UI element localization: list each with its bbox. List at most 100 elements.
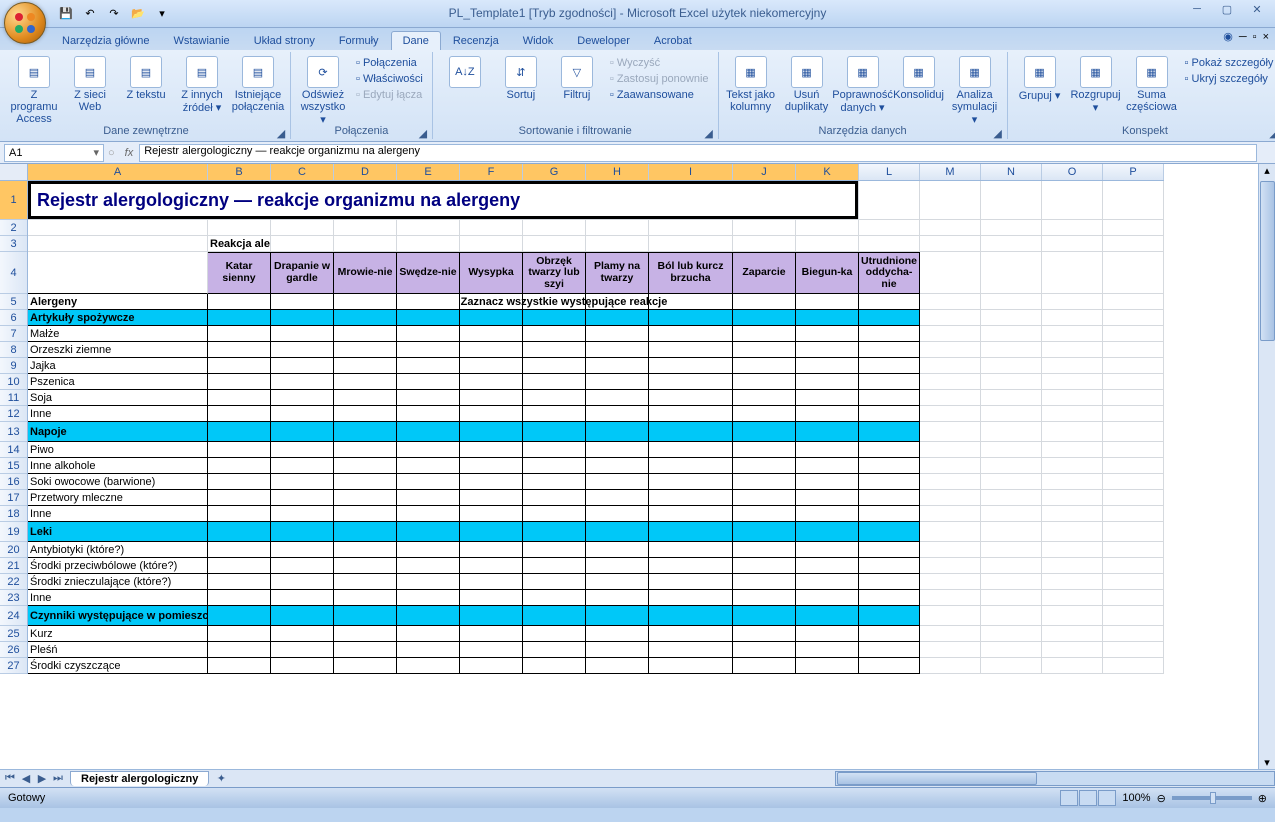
sheet-tab[interactable]: Rejestr alergologiczny xyxy=(70,771,209,786)
col-header[interactable]: G xyxy=(523,164,586,180)
zoom-in-icon[interactable]: ⊕ xyxy=(1258,792,1267,805)
save-icon[interactable]: 💾 xyxy=(56,4,76,24)
row-header[interactable]: 19 xyxy=(0,522,27,542)
row-header[interactable]: 7 xyxy=(0,326,27,342)
ribbon-tab-wstawianie[interactable]: Wstawianie xyxy=(161,31,241,50)
col-header[interactable]: N xyxy=(981,164,1042,180)
name-box[interactable]: A1▾ xyxy=(4,144,104,162)
ribbon-item[interactable]: ▫ Pokaż szczegóły xyxy=(1182,56,1275,70)
row-header[interactable]: 2 xyxy=(0,220,27,236)
ribbon-btn-konsoliduj[interactable]: ▦Konsoliduj xyxy=(893,54,945,101)
row-header[interactable]: 26 xyxy=(0,642,27,658)
minimize-button[interactable]: ─ xyxy=(1183,0,1211,18)
prev-sheet-icon[interactable]: ◀ xyxy=(18,771,34,787)
ribbon-btn-tekst-jako-kolumny[interactable]: ▦Tekst jako kolumny xyxy=(725,54,777,113)
vertical-scrollbar[interactable]: ▴ ▾ xyxy=(1258,164,1275,769)
zoom-out-icon[interactable]: ⊖ xyxy=(1157,792,1166,805)
cell-grid[interactable]: Rejestr alergologiczny — reakcje organiz… xyxy=(28,181,1164,674)
row-header[interactable]: 27 xyxy=(0,658,27,674)
col-header[interactable]: B xyxy=(208,164,271,180)
col-header[interactable]: K xyxy=(796,164,859,180)
ribbon-btn-grupuj-[interactable]: ▦Grupuj ▾ xyxy=(1014,54,1066,102)
row-header[interactable]: 23 xyxy=(0,590,27,606)
row-header[interactable]: 15 xyxy=(0,458,27,474)
undo-icon[interactable]: ↶ xyxy=(80,4,100,24)
col-header[interactable]: O xyxy=(1042,164,1103,180)
ribbon-item[interactable]: ▫ Edytuj łącza xyxy=(353,88,426,102)
title-cell[interactable]: Rejestr alergologiczny — reakcje organiz… xyxy=(28,181,858,219)
row-header[interactable]: 12 xyxy=(0,406,27,422)
column-headers[interactable]: ABCDEFGHIJKLMNOP xyxy=(28,164,1164,181)
row-header[interactable]: 16 xyxy=(0,474,27,490)
ribbon-item[interactable]: ▫ Połączenia xyxy=(353,56,426,70)
col-header[interactable]: L xyxy=(859,164,920,180)
office-button[interactable] xyxy=(4,2,46,44)
row-header[interactable]: 20 xyxy=(0,542,27,558)
ribbon-btn-suma-cz-ciowa[interactable]: ▦Suma częściowa xyxy=(1126,54,1178,113)
ribbon-item[interactable]: ▫ Zastosuj ponownie xyxy=(607,72,712,86)
ribbon-item[interactable]: ▫ Wyczyść xyxy=(607,56,712,70)
maximize-button[interactable]: ▢ xyxy=(1213,0,1241,18)
first-sheet-icon[interactable]: ⏮ xyxy=(2,771,18,787)
ribbon-btn-z-tekstu[interactable]: ▤Z tekstu xyxy=(120,54,172,101)
col-header[interactable]: J xyxy=(733,164,796,180)
row-header[interactable]: 13 xyxy=(0,422,27,442)
restore-workbook-icon[interactable]: ▫ xyxy=(1253,31,1257,43)
row-header[interactable]: 24 xyxy=(0,606,27,626)
col-header[interactable]: A xyxy=(28,164,208,180)
zoom-slider[interactable] xyxy=(1172,796,1252,800)
row-header[interactable]: 3 xyxy=(0,236,27,252)
ribbon-btn-filtruj[interactable]: ▽Filtruj xyxy=(551,54,603,101)
row-header[interactable]: 22 xyxy=(0,574,27,590)
ribbon-btn-usu-duplikaty[interactable]: ▦Usuń duplikaty xyxy=(781,54,833,113)
row-header[interactable]: 6 xyxy=(0,310,27,326)
redo-icon[interactable]: ↷ xyxy=(104,4,124,24)
row-header[interactable]: 9 xyxy=(0,358,27,374)
worksheet[interactable]: ABCDEFGHIJKLMNOP 12345678910111213141516… xyxy=(0,164,1275,787)
col-header[interactable]: E xyxy=(397,164,460,180)
col-header[interactable]: F xyxy=(460,164,523,180)
horizontal-scrollbar[interactable] xyxy=(835,771,1275,786)
row-headers[interactable]: 1234567891011121314151617181920212223242… xyxy=(0,181,28,674)
ribbon-btn-sortuj[interactable]: ⇵Sortuj xyxy=(495,54,547,101)
formula-input[interactable]: Rejestr alergologiczny — reakcje organiz… xyxy=(139,144,1257,162)
col-header[interactable]: H xyxy=(586,164,649,180)
ribbon-tab-układ-strony[interactable]: Układ strony xyxy=(242,31,327,50)
ribbon-tab-narzędzia-główne[interactable]: Narzędzia główne xyxy=(50,31,161,50)
ribbon-btn-z-innych-r-de-[interactable]: ▤Z innych źródeł ▾ xyxy=(176,54,228,114)
ribbon-item[interactable]: ▫ Zaawansowane xyxy=(607,88,712,102)
minimize-ribbon-icon[interactable]: ─ xyxy=(1239,31,1247,43)
ribbon-btn-poprawno-danych-[interactable]: ▦Poprawność danych ▾ xyxy=(837,54,889,114)
view-buttons[interactable] xyxy=(1060,790,1116,806)
row-header[interactable]: 8 xyxy=(0,342,27,358)
col-header[interactable]: M xyxy=(920,164,981,180)
close-workbook-icon[interactable]: × xyxy=(1263,31,1269,43)
col-header[interactable]: P xyxy=(1103,164,1164,180)
ribbon-tab-recenzja[interactable]: Recenzja xyxy=(441,31,511,50)
row-header[interactable]: 25 xyxy=(0,626,27,642)
scroll-thumb[interactable] xyxy=(1260,181,1275,341)
row-header[interactable]: 18 xyxy=(0,506,27,522)
row-header[interactable]: 1 xyxy=(0,181,27,220)
ribbon-tab-widok[interactable]: Widok xyxy=(511,31,566,50)
ribbon-btn-od-wie-wszystko-[interactable]: ⟳Odśwież wszystko ▾ xyxy=(297,54,349,126)
ribbon-tab-dane[interactable]: Dane xyxy=(391,31,441,50)
col-header[interactable]: D xyxy=(334,164,397,180)
zoom-level[interactable]: 100% xyxy=(1122,792,1150,804)
help-icon[interactable]: ◉ xyxy=(1223,30,1233,43)
open-icon[interactable]: 📂 xyxy=(128,4,148,24)
ribbon-item[interactable]: ▫ Ukryj szczegóły xyxy=(1182,72,1275,86)
row-header[interactable]: 21 xyxy=(0,558,27,574)
ribbon-tab-acrobat[interactable]: Acrobat xyxy=(642,31,704,50)
next-sheet-icon[interactable]: ▶ xyxy=(34,771,50,787)
ribbon-btn-analiza-symulacji-[interactable]: ▦Analiza symulacji ▾ xyxy=(949,54,1001,126)
col-header[interactable]: C xyxy=(271,164,334,180)
row-header[interactable]: 14 xyxy=(0,442,27,458)
ribbon-btn-rozgrupuj-[interactable]: ▦Rozgrupuj ▾ xyxy=(1070,54,1122,114)
select-all-corner[interactable] xyxy=(0,164,28,181)
close-button[interactable]: ✕ xyxy=(1243,0,1271,18)
ribbon-item[interactable]: ▫ Właściwości xyxy=(353,72,426,86)
row-header[interactable]: 11 xyxy=(0,390,27,406)
row-header[interactable]: 17 xyxy=(0,490,27,506)
row-header[interactable]: 5 xyxy=(0,294,27,310)
